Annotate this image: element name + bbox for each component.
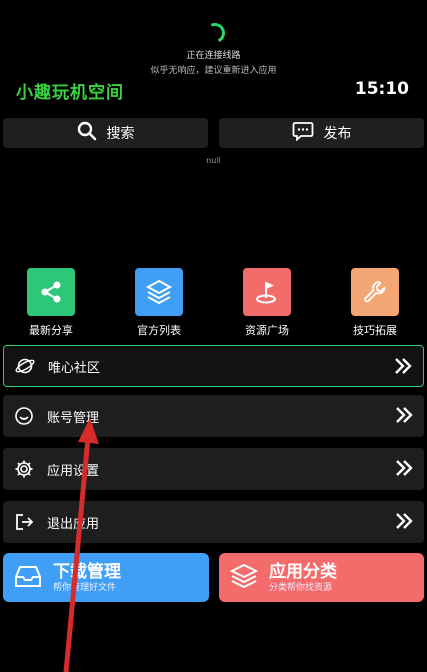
tile-tips-extension[interactable]: 技巧拓展 [340,268,410,338]
publish-button-label: 发布 [323,126,352,142]
tile-latest-share[interactable]: 最新分享 [16,268,86,338]
row-label: 退出应用 [47,516,100,532]
exit-icon [13,511,35,533]
clock: 15:10 [354,79,409,99]
row-label: 唯心社区 [48,360,101,376]
download-title: 下载管理 [53,561,121,582]
layers-icon [135,268,183,316]
row-exit-app[interactable]: 退出应用 [3,501,424,543]
tile-resource-square[interactable]: 资源广场 [232,268,302,338]
share-icon [27,268,75,316]
smiley-icon [13,405,35,427]
wrench-icon [351,268,399,316]
row-app-settings[interactable]: 应用设置 [3,448,424,490]
app-category-button[interactable]: 应用分类 分类帮你找资源 [219,553,424,602]
search-button[interactable]: 搜索 [3,118,208,148]
search-icon [77,121,97,145]
chat-bubble-icon [292,121,314,145]
connecting-status: 正在连接线路 [186,51,241,61]
row-community[interactable]: 唯心社区 [3,345,424,387]
double-chevron-right-icon [394,458,414,482]
inbox-tray-icon [13,561,43,595]
loading-spinner-icon [202,20,228,46]
category-title: 应用分类 [269,561,337,582]
flag-icon [243,268,291,316]
row-label: 应用设置 [47,463,100,479]
double-chevron-right-icon [394,405,414,429]
null-placeholder-text: null [206,156,221,165]
download-subtitle: 帮你管理好文件 [53,582,117,593]
double-chevron-right-icon [394,511,414,535]
tile-official-list[interactable]: 官方列表 [124,268,194,338]
planet-icon [14,355,36,377]
tile-label: 资源广场 [245,324,289,337]
app-title: 小趣玩机空间 [16,83,124,103]
layers-icon [229,561,259,595]
download-management-button[interactable]: 下载管理 帮你管理好文件 [3,553,209,602]
tile-label: 官方列表 [137,324,181,337]
double-chevron-right-icon [393,356,413,380]
tile-label: 技巧拓展 [353,324,397,337]
row-account-management[interactable]: 账号管理 [3,395,424,437]
no-response-hint: 似乎无响应，建议重新进入应用 [150,66,277,76]
tile-label: 最新分享 [29,324,73,337]
category-subtitle: 分类帮你找资源 [269,582,333,593]
publish-button[interactable]: 发布 [219,118,424,148]
row-label: 账号管理 [47,410,100,426]
search-button-label: 搜索 [106,126,135,142]
gear-icon [13,458,35,480]
